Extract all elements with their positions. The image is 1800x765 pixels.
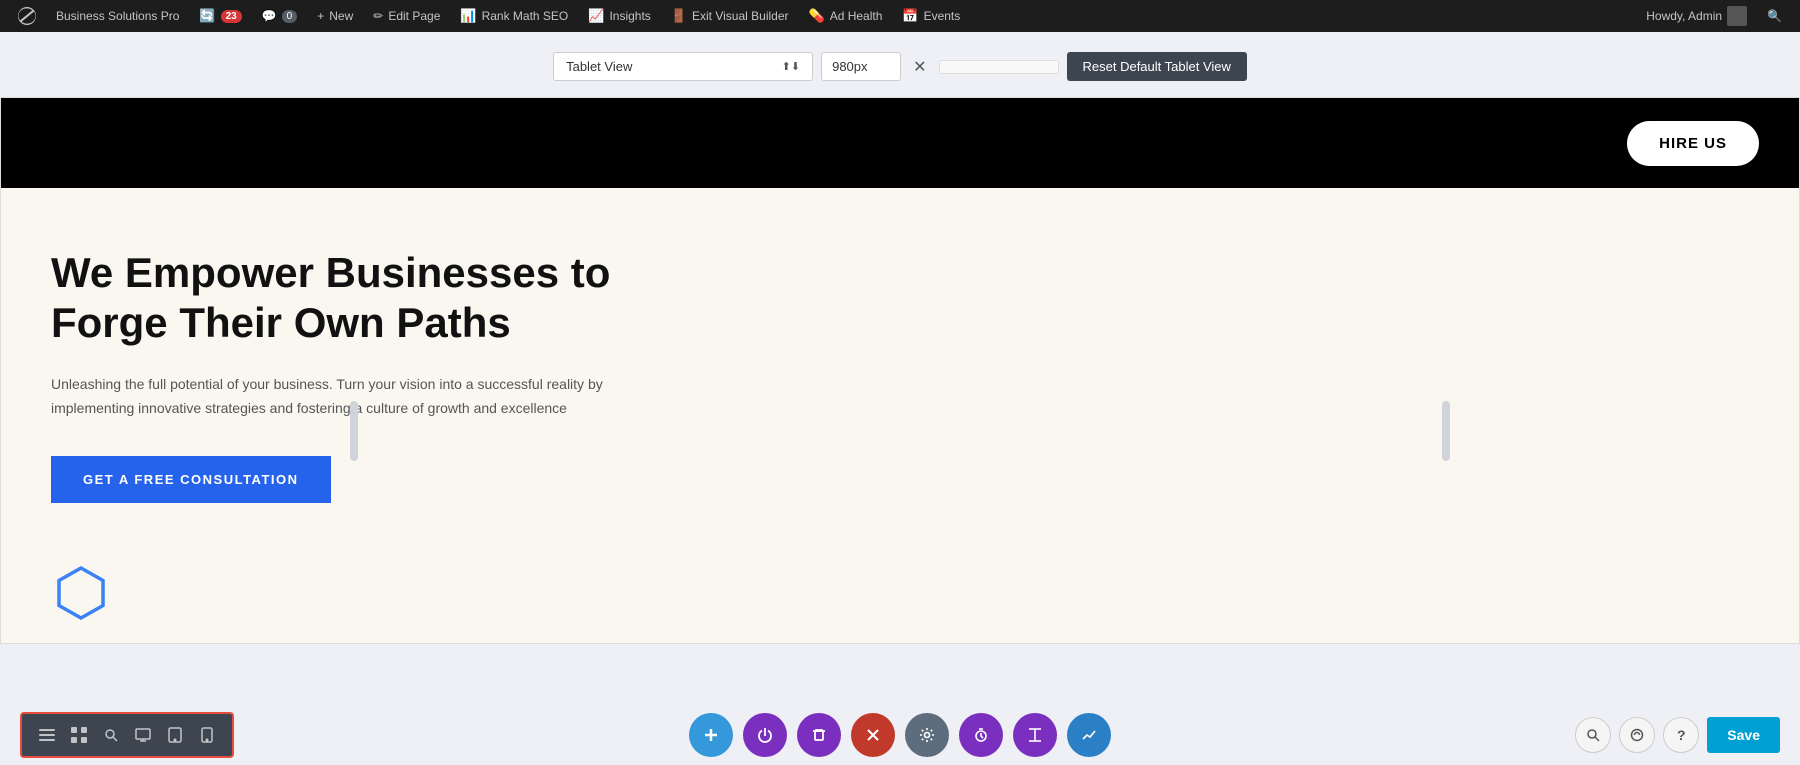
select-arrow-icon: ⬆⬇ bbox=[782, 60, 800, 73]
site-name: Business Solutions Pro bbox=[56, 9, 179, 23]
plus-icon: + bbox=[317, 9, 324, 23]
consultation-button[interactable]: GET A FREE CONSULTATION bbox=[51, 456, 331, 503]
pencil-icon: ✏ bbox=[373, 9, 383, 23]
exit-icon: 🚪 bbox=[671, 8, 687, 24]
page-frame: HIRE US We Empower Businesses to Forge T… bbox=[0, 97, 1800, 644]
analytics-button[interactable] bbox=[1067, 713, 1111, 757]
hamburger-menu-button[interactable] bbox=[32, 720, 62, 750]
right-resize-handle[interactable] bbox=[1442, 401, 1450, 461]
comment-count: 0 bbox=[282, 10, 298, 23]
mobile-view-button[interactable] bbox=[192, 720, 222, 750]
insights-icon: 📈 bbox=[588, 8, 604, 24]
wp-logo-item[interactable] bbox=[8, 0, 46, 32]
site-name-item[interactable]: Business Solutions Pro bbox=[46, 0, 189, 32]
insights-label: Insights bbox=[609, 9, 650, 23]
left-toolbar bbox=[20, 712, 234, 758]
history-button[interactable] bbox=[1619, 717, 1655, 753]
ad-health-label: Ad Health bbox=[830, 9, 883, 23]
question-mark-icon: ? bbox=[1677, 727, 1686, 743]
left-resize-handle[interactable] bbox=[350, 401, 358, 461]
reset-tablet-view-button[interactable]: Reset Default Tablet View bbox=[1067, 52, 1247, 81]
bottom-toolbar: ? Save bbox=[0, 705, 1800, 765]
admin-bar: Business Solutions Pro 🔄 23 💬 0 + New ✏ … bbox=[0, 0, 1800, 32]
width-display bbox=[939, 60, 1059, 74]
page-header: HIRE US bbox=[1, 98, 1799, 188]
events-item[interactable]: 📅 Events bbox=[892, 0, 970, 32]
update-icon: 🔄 bbox=[199, 8, 215, 24]
hexagon-icon bbox=[51, 563, 111, 623]
updates-item[interactable]: 🔄 23 bbox=[189, 0, 251, 32]
exit-builder-label: Exit Visual Builder bbox=[692, 9, 789, 23]
main-area: Tablet View ⬆⬇ ✕ Reset Default Tablet Vi… bbox=[0, 32, 1800, 765]
add-section-button[interactable] bbox=[689, 713, 733, 757]
frame-wrapper: HIRE US We Empower Businesses to Forge T… bbox=[0, 97, 1800, 765]
edit-page-label: Edit Page bbox=[388, 9, 440, 23]
howdy-item[interactable]: Howdy, Admin bbox=[1636, 0, 1757, 32]
insights-item[interactable]: 📈 Insights bbox=[578, 0, 661, 32]
comments-item[interactable]: 💬 0 bbox=[252, 0, 308, 32]
update-count: 23 bbox=[221, 10, 242, 23]
admin-bar-right: Howdy, Admin 🔍 bbox=[1636, 0, 1792, 32]
grid-view-button[interactable] bbox=[64, 720, 94, 750]
ad-health-item[interactable]: 💊 Ad Health bbox=[799, 0, 893, 32]
hero-subtitle: Unleashing the full potential of your bu… bbox=[51, 373, 631, 421]
tablet-view-select[interactable]: Tablet View ⬆⬇ bbox=[553, 52, 813, 81]
tablet-view-label: Tablet View bbox=[566, 59, 632, 74]
save-button[interactable]: Save bbox=[1707, 717, 1780, 753]
new-label: New bbox=[329, 9, 353, 23]
new-item[interactable]: + New bbox=[307, 0, 363, 32]
close-section-button[interactable] bbox=[851, 713, 895, 757]
events-icon: 📅 bbox=[902, 8, 918, 24]
timer-button[interactable] bbox=[959, 713, 1003, 757]
events-label: Events bbox=[924, 9, 961, 23]
comment-icon: 💬 bbox=[262, 9, 277, 23]
search-button[interactable] bbox=[96, 720, 126, 750]
howdy-text: Howdy, Admin bbox=[1646, 9, 1722, 23]
help-button[interactable]: ? bbox=[1663, 717, 1699, 753]
search-icon-button[interactable] bbox=[1575, 717, 1611, 753]
power-button[interactable] bbox=[743, 713, 787, 757]
hero-section: We Empower Businesses to Forge Their Own… bbox=[1, 188, 1799, 543]
columns-button[interactable] bbox=[1013, 713, 1057, 757]
close-width-button[interactable]: ✕ bbox=[909, 53, 930, 81]
search-admin-item[interactable]: 🔍 bbox=[1757, 0, 1792, 32]
exit-builder-item[interactable]: 🚪 Exit Visual Builder bbox=[661, 0, 799, 32]
rank-math-item[interactable]: 📊 Rank Math SEO bbox=[450, 0, 578, 32]
tablet-view-button[interactable] bbox=[160, 720, 190, 750]
right-toolbar: ? Save bbox=[1575, 717, 1780, 753]
center-toolbar bbox=[689, 713, 1111, 757]
ad-health-icon: 💊 bbox=[809, 8, 825, 24]
icon-row bbox=[1, 543, 1799, 643]
hire-us-button[interactable]: HIRE US bbox=[1627, 121, 1759, 166]
rank-math-icon: 📊 bbox=[460, 8, 476, 24]
tablet-toolbar: Tablet View ⬆⬇ ✕ Reset Default Tablet Vi… bbox=[553, 52, 1247, 81]
edit-page-item[interactable]: ✏ Edit Page bbox=[363, 0, 450, 32]
desktop-view-button[interactable] bbox=[128, 720, 158, 750]
avatar bbox=[1727, 6, 1747, 26]
width-input[interactable] bbox=[821, 52, 901, 81]
settings-button[interactable] bbox=[905, 713, 949, 757]
search-admin-icon: 🔍 bbox=[1767, 9, 1782, 23]
delete-button[interactable] bbox=[797, 713, 841, 757]
rank-math-label: Rank Math SEO bbox=[482, 9, 569, 23]
hero-title: We Empower Businesses to Forge Their Own… bbox=[51, 248, 731, 349]
